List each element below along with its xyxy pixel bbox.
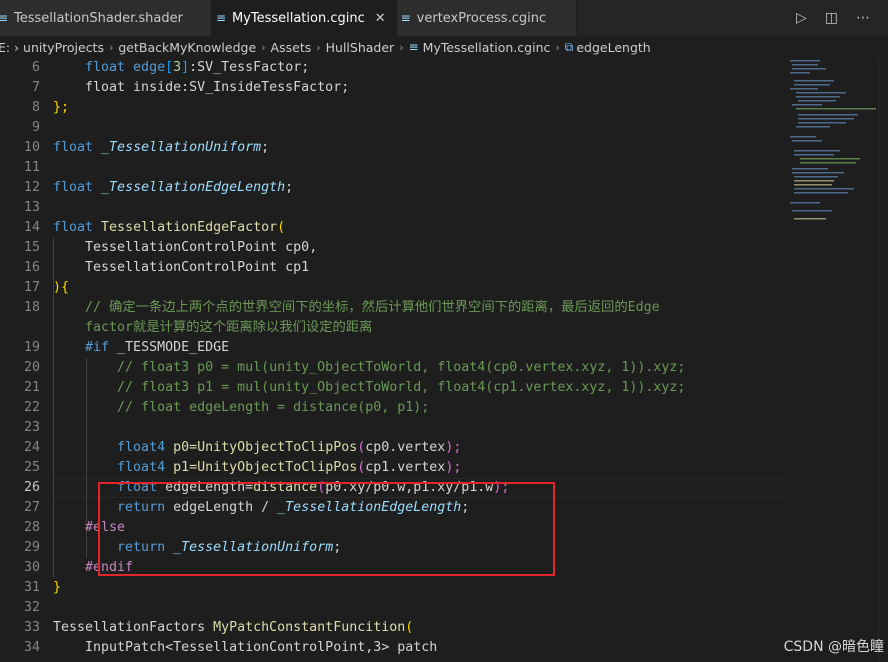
line-number: 18	[23, 300, 40, 315]
code-line: float inside:SV_InsideTessFactor;	[53, 80, 350, 95]
line-number	[0, 318, 40, 338]
code-comment: // float3 p0 = mul(unity_ObjectToWorld, …	[53, 360, 686, 375]
code-line: }	[53, 580, 62, 595]
code-comment: // float3 p1 = mul(unity_ObjectToWorld, …	[53, 380, 686, 395]
line-number: 9	[31, 120, 40, 135]
line-number: 27	[23, 500, 40, 515]
tab-label: vertexProcess.cginc	[416, 10, 547, 26]
tab-mytessellation[interactable]: ≡ MyTessellation.cginc ✕	[211, 0, 397, 36]
file-lines-icon: ≡	[0, 11, 9, 25]
line-number-current: 26	[23, 480, 40, 495]
close-icon[interactable]: ✕	[375, 11, 386, 26]
code-comment: // float edgeLength = distance(p0, p1);	[53, 400, 430, 415]
tab-tessellationshader[interactable]: ≡ TessellationShader.shader	[0, 0, 212, 36]
chevron-right-icon: ›	[108, 40, 114, 54]
line-number: 23	[23, 420, 40, 435]
breadcrumb-item[interactable]: HullShader	[326, 40, 395, 55]
line-number: 33	[23, 620, 40, 635]
minimap[interactable]	[786, 58, 878, 228]
chevron-right-icon: ›	[555, 40, 560, 54]
line-number: 28	[23, 520, 40, 535]
breadcrumb-item[interactable]: Assets	[271, 40, 312, 55]
more-actions-icon[interactable]: ⋯	[856, 10, 870, 26]
line-number: 13	[23, 200, 40, 215]
watermark: CSDN @暗色瞳	[783, 639, 884, 655]
tab-label: TessellationShader.shader	[14, 10, 183, 26]
line-number: 7	[31, 80, 40, 95]
symbol-variable-icon: ⧉	[564, 39, 574, 54]
line-number: 8	[31, 100, 40, 115]
code-comment: // 确定一条边上两个点的世界空间下的坐标，然后计算他们世界空间下的距离，最后返…	[53, 300, 660, 315]
code-comment: factor就是计算的这个距离除以我们设定的距离	[53, 320, 373, 335]
chevron-right-icon: ›	[316, 40, 321, 54]
code-line: float _TessellationUniform;	[53, 140, 270, 155]
line-number-gutter: 6 7 8 9 10 11 12 13 14 15 16 17 18 19 20…	[0, 58, 40, 658]
line-number: 6	[31, 60, 40, 75]
breadcrumb-symbol[interactable]: edgeLength	[576, 40, 650, 55]
code-line: float edge[3]:SV_TessFactor;	[53, 60, 310, 75]
line-number: 16	[23, 260, 40, 275]
code-line: TessellationControlPoint cp0,	[53, 240, 318, 255]
breadcrumb: E: › unityProjects › getBackMyKnowledge …	[0, 36, 888, 58]
code-line: float TessellationEdgeFactor(	[53, 220, 286, 235]
editor-actions: ▷ ◫ ⋯	[796, 0, 888, 36]
file-lines-icon: ≡	[400, 11, 411, 25]
file-lines-icon: ≡	[215, 11, 226, 25]
line-number: 12	[23, 180, 40, 195]
breadcrumb-item[interactable]: getBackMyKnowledge	[118, 40, 256, 55]
code-line: float4 p1=UnityObjectToClipPos(cp1.verte…	[53, 460, 462, 475]
line-number: 32	[23, 600, 40, 615]
tab-label: MyTessellation.cginc	[231, 10, 365, 26]
breadcrumb-file[interactable]: MyTessellation.cginc	[423, 40, 551, 55]
run-icon[interactable]: ▷	[796, 10, 807, 26]
tab-vertexprocess[interactable]: ≡ vertexProcess.cginc	[396, 0, 578, 36]
line-number: 11	[23, 160, 40, 175]
vertical-scrollbar[interactable]	[878, 58, 888, 662]
line-number: 15	[23, 240, 40, 255]
line-number: 20	[23, 360, 40, 375]
tab-bar: ≡ TessellationShader.shader ≡ MyTessella…	[0, 0, 888, 36]
breadcrumb-item[interactable]: E: › unityProjects	[0, 40, 104, 55]
code-line: };	[53, 100, 70, 115]
line-number: 22	[23, 400, 40, 415]
code-line: #if _TESSMODE_EDGE	[53, 340, 230, 355]
line-number: 30	[23, 560, 40, 575]
line-number: 25	[23, 460, 40, 475]
chevron-right-icon: ›	[261, 40, 266, 54]
code-line: TessellationControlPoint cp1	[53, 260, 310, 275]
code-line: ){	[53, 280, 70, 295]
line-number: 29	[23, 540, 40, 555]
code-line: TessellationFactors MyPatchConstantFunci…	[53, 620, 414, 635]
code-line: float _TessellationEdgeLength;	[53, 180, 294, 195]
line-number: 21	[23, 380, 40, 395]
line-number: 34	[23, 640, 40, 655]
code-line: float4 p0=UnityObjectToClipPos(cp0.verte…	[53, 440, 462, 455]
highlight-box	[98, 482, 555, 576]
line-number: 14	[23, 220, 40, 235]
line-number: 10	[23, 140, 40, 155]
split-editor-icon[interactable]: ◫	[825, 10, 838, 26]
code-editor[interactable]: 6 7 8 9 10 11 12 13 14 15 16 17 18 19 20…	[0, 58, 888, 662]
line-number: 24	[23, 440, 40, 455]
line-number: 19	[23, 340, 40, 355]
chevron-right-icon: ›	[399, 40, 404, 54]
file-lines-icon: ≡	[408, 40, 419, 54]
code-line: InputPatch<TessellationControlPoint,3> p…	[53, 640, 438, 655]
line-number: 31	[23, 580, 40, 595]
line-number: 17	[23, 280, 40, 295]
